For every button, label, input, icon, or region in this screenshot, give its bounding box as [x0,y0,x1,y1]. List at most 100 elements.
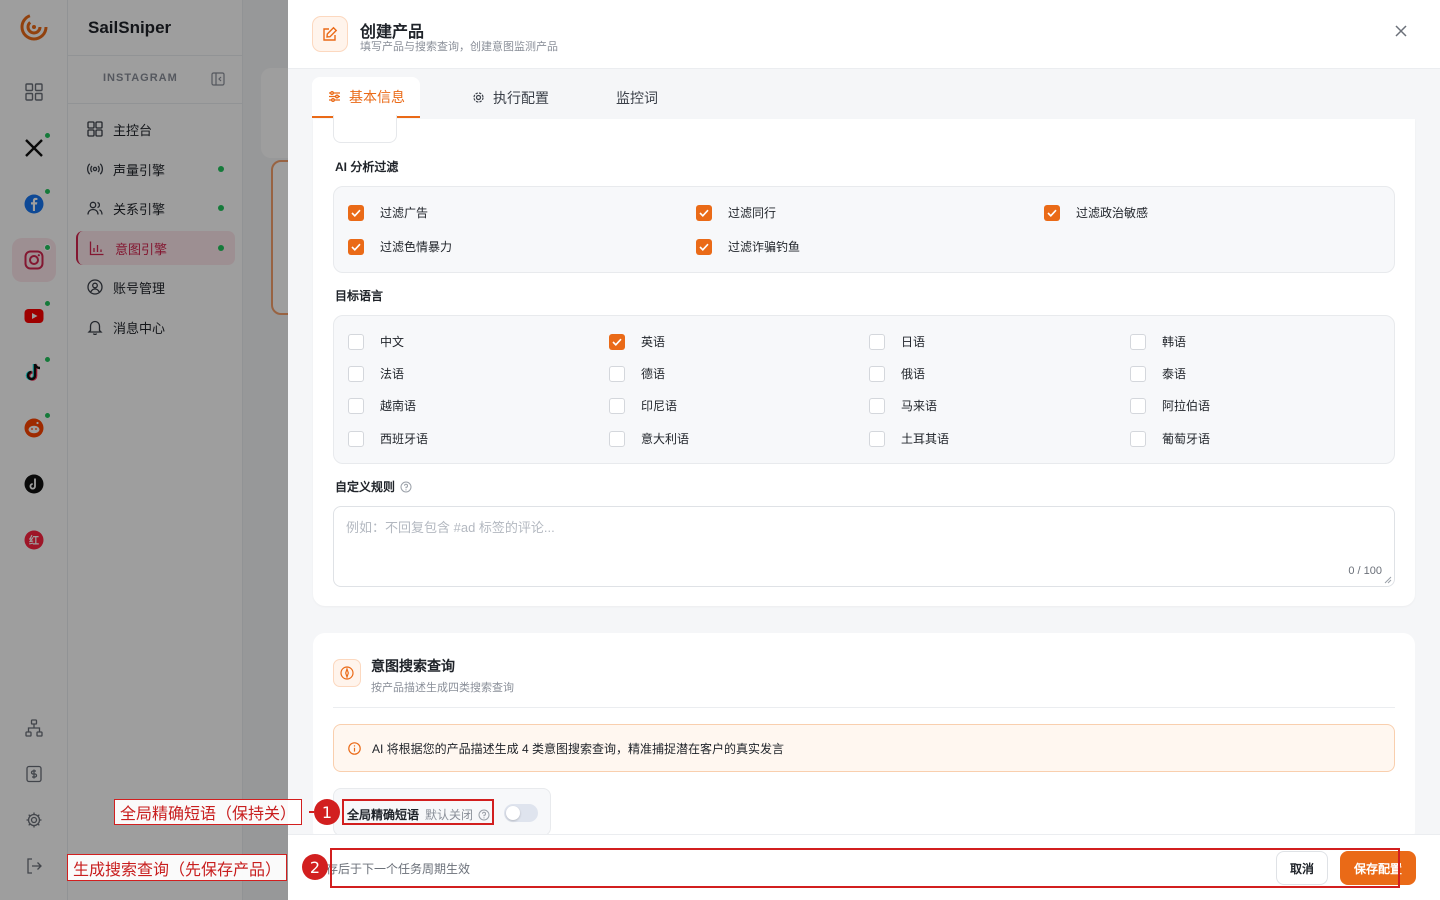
gear-icon [472,91,485,104]
checkbox-empty-icon [609,365,625,382]
option-label: 日语 [901,335,926,349]
divider [333,707,1395,708]
language-russian-checkbox[interactable]: 俄语 [869,365,925,382]
drawer-header: 创建产品 填写产品与搜索查询，创建意图监测产品 [288,0,1440,69]
checkbox-empty-icon [1130,430,1146,447]
checkbox-empty-icon [869,430,885,447]
close-icon[interactable] [1394,24,1408,38]
option-label: 过滤诈骗钓鱼 [728,240,801,254]
language-german-checkbox[interactable]: 德语 [609,365,665,382]
drawer-tabs: 基本信息 执行配置 监控词 [288,69,1440,119]
global-exact-phrase-toggle[interactable] [504,804,538,822]
checkbox-empty-icon [869,397,885,414]
annotation-number-1: 1 [314,799,340,825]
info-text: AI 将根据您的产品描述生成 4 类意图搜索查询，精准捕捉潜在客户的真实发言 [372,741,785,756]
checkbox-checked-icon [348,238,364,255]
checkbox-checked-icon [609,333,625,350]
drawer-subtitle: 填写产品与搜索查询，创建意图监测产品 [360,41,558,53]
language-chinese-checkbox[interactable]: 中文 [348,333,404,350]
target-language-label: 目标语言 [335,289,384,303]
language-korean-checkbox[interactable]: 韩语 [1130,333,1186,350]
language-japanese-checkbox[interactable]: 日语 [869,333,925,350]
option-label: 法语 [380,367,405,381]
language-french-checkbox[interactable]: 法语 [348,365,404,382]
textarea-placeholder: 例如：不回复包含 #ad 标签的评论... [346,520,555,535]
checkbox-checked-icon [348,204,364,221]
checkbox-checked-icon [1044,204,1060,221]
option-label: 阿拉伯语 [1162,399,1211,413]
filter-competitors-checkbox[interactable]: 过滤同行 [696,204,776,221]
language-vietnamese-checkbox[interactable]: 越南语 [348,397,416,414]
annotation-label-2: 生成搜索查询（先保存产品） [67,854,288,881]
tab-label: 执行配置 [493,89,549,106]
checkbox-empty-icon [869,333,885,350]
option-label: 西班牙语 [380,432,429,446]
basic-info-card: AI 分析过滤 过滤广告 过滤同行 过滤政治敏感 过滤色情暴力 过滤诈骗钓鱼 目… [313,115,1415,606]
filter-scam-phishing-checkbox[interactable]: 过滤诈骗钓鱼 [696,238,800,255]
edit-icon [312,16,348,52]
custom-rules-textarea[interactable]: 例如：不回复包含 #ad 标签的评论... 0 / 100 [333,506,1395,587]
checkbox-empty-icon [869,365,885,382]
compass-icon [333,659,361,687]
language-english-checkbox[interactable]: 英语 [609,333,665,350]
option-label: 越南语 [380,399,417,413]
tab-execution-config[interactable]: 执行配置 [472,77,549,118]
language-arabic-checkbox[interactable]: 阿拉伯语 [1130,397,1210,414]
annotation-label-1: 全局精确短语（保持关） [114,799,303,825]
sliders-icon [328,90,341,103]
option-label: 过滤色情暴力 [380,240,453,254]
language-malay-checkbox[interactable]: 马来语 [869,397,937,414]
intent-query-subtitle: 按产品描述生成四类搜索查询 [371,682,514,694]
tab-label: 基本信息 [349,88,405,105]
language-italian-checkbox[interactable]: 意大利语 [609,430,689,447]
option-label: 俄语 [901,367,926,381]
image-upload[interactable] [333,115,397,143]
filter-nsfw-violence-checkbox[interactable]: 过滤色情暴力 [348,238,452,255]
info-icon [348,741,361,755]
option-label: 过滤广告 [380,206,429,220]
language-thai-checkbox[interactable]: 泰语 [1130,365,1186,382]
option-label: 韩语 [1162,335,1187,349]
language-spanish-checkbox[interactable]: 西班牙语 [348,430,428,447]
filter-ads-checkbox[interactable]: 过滤广告 [348,204,428,221]
option-label: 英语 [641,335,666,349]
option-label: 马来语 [901,399,938,413]
option-label: 印尼语 [641,399,678,413]
language-options: 中文 英语 日语 韩语法语 德语 俄语 泰语越南语 印尼语 马来语 阿拉伯语西班牙语 意大利语 土耳其… [333,315,1395,464]
tab-basic-info[interactable]: 基本信息 [312,77,420,118]
checkbox-empty-icon [1130,365,1146,382]
help-icon[interactable] [400,481,412,493]
annotation-highlight-1 [342,799,494,825]
annotation-highlight-2 [330,848,1400,888]
language-portuguese-checkbox[interactable]: 葡萄牙语 [1130,430,1210,447]
checkbox-empty-icon [609,397,625,414]
checkbox-empty-icon [348,333,364,350]
checkbox-empty-icon [609,430,625,447]
ai-filter-label: AI 分析过滤 [335,160,399,174]
option-label: 土耳其语 [901,432,950,446]
checkbox-empty-icon [1130,333,1146,350]
checkbox-empty-icon [1130,397,1146,414]
annotation-number-2: 2 [302,854,328,880]
ai-filter-options: 过滤广告 过滤同行 过滤政治敏感 过滤色情暴力 过滤诈骗钓鱼 [333,186,1395,273]
checkbox-checked-icon [696,204,712,221]
checkbox-empty-icon [348,430,364,447]
language-turkish-checkbox[interactable]: 土耳其语 [869,430,949,447]
checkbox-empty-icon [348,397,364,414]
option-label: 德语 [641,367,666,381]
option-label: 泰语 [1162,367,1187,381]
info-banner: AI 将根据您的产品描述生成 4 类意图搜索查询，精准捕捉潜在客户的真实发言 [333,724,1395,772]
option-label: 中文 [380,335,405,349]
option-label: 过滤同行 [728,206,777,220]
resize-grip-icon[interactable] [1384,576,1392,584]
intent-query-title: 意图搜索查询 [371,658,455,674]
char-counter: 0 / 100 [1348,565,1382,577]
option-label: 过滤政治敏感 [1076,206,1149,220]
option-label: 葡萄牙语 [1162,432,1211,446]
checkbox-empty-icon [348,365,364,382]
tab-monitor-keywords[interactable]: 监控词 [616,77,658,118]
custom-rules-text: 自定义规则 [335,480,396,494]
create-product-drawer: 创建产品 填写产品与搜索查询，创建意图监测产品 基本信息 执行配置 监控词 AI… [288,0,1440,900]
language-indonesian-checkbox[interactable]: 印尼语 [609,397,677,414]
filter-political-checkbox[interactable]: 过滤政治敏感 [1044,204,1148,221]
